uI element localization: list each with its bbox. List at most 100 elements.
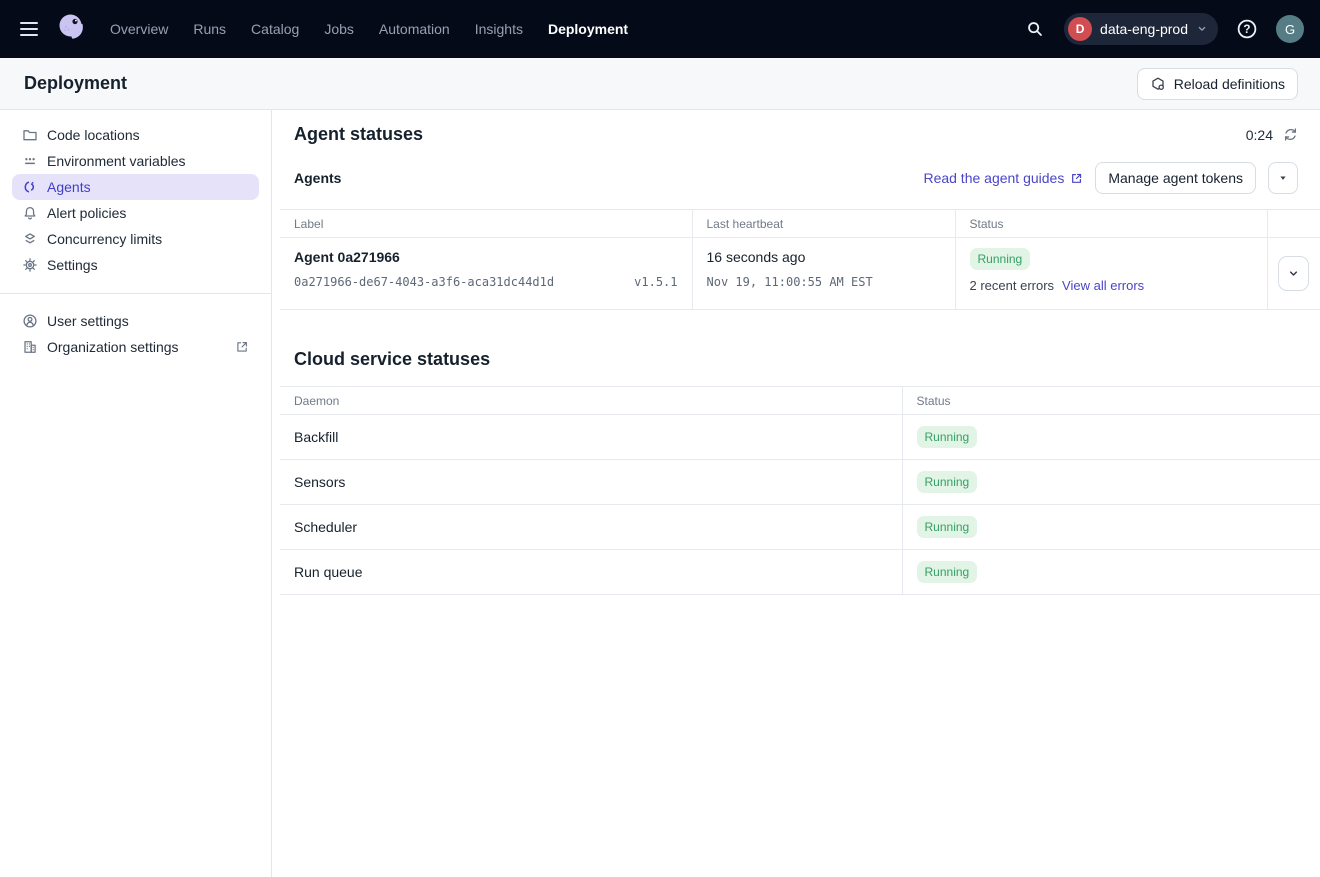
hamburger-menu-icon (20, 22, 38, 24)
agents-subsection-label: Agents (294, 170, 341, 186)
agent-status-badge: Running (970, 248, 1031, 270)
agent-name: Agent 0a271966 (294, 248, 678, 266)
nav-item-deployment[interactable]: Deployment (548, 21, 628, 37)
caret-down-icon (1278, 173, 1288, 183)
sidebar-item-concurrency-limits[interactable]: Concurrency limits (12, 226, 259, 252)
daemon-name: Sensors (294, 474, 345, 490)
column-header-daemon: Daemon (280, 387, 902, 415)
sidebar-item-label: Code locations (47, 127, 140, 143)
nav-item-overview[interactable]: Overview (110, 21, 168, 37)
navbar-right-cluster: D data-eng-prod ? G (1019, 13, 1304, 45)
organization-icon (22, 339, 38, 355)
nav-item-insights[interactable]: Insights (475, 21, 523, 37)
layers-icon (22, 231, 38, 247)
agent-id: 0a271966-de67-4043-a3f6-aca31dc44d1d (294, 275, 554, 289)
agent-icon (22, 179, 38, 195)
hamburger-menu-button[interactable] (12, 12, 46, 46)
daemon-name: Scheduler (294, 519, 357, 535)
daemon-status-badge: Running (917, 426, 978, 448)
daemon-row-scheduler: Scheduler Running (280, 505, 1320, 550)
agent-row: Agent 0a271966 0a271966-de67-4043-a3f6-a… (280, 238, 1320, 310)
reload-definitions-label: Reload definitions (1174, 76, 1285, 92)
heartbeat-relative-time: 16 seconds ago (707, 248, 941, 266)
octopus-logo-icon (54, 11, 90, 47)
sidebar-item-alert-policies[interactable]: Alert policies (12, 200, 259, 226)
daemon-status-badge: Running (917, 561, 978, 583)
daemon-row-sensors: Sensors Running (280, 460, 1320, 505)
deployment-name: data-eng-prod (1100, 21, 1188, 37)
agent-statuses-title: Agent statuses (294, 124, 423, 145)
variables-icon (22, 153, 38, 169)
agents-table-header-row: Label Last heartbeat Status (280, 210, 1320, 238)
sidebar-item-label: Settings (47, 257, 98, 273)
view-all-errors-link[interactable]: View all errors (1062, 278, 1144, 293)
sidebar-item-label: User settings (47, 313, 129, 329)
recent-errors-count: 2 recent errors (970, 278, 1055, 293)
chevron-down-icon (1196, 23, 1208, 35)
column-header-status: Status (955, 210, 1267, 238)
refresh-button[interactable] (1283, 127, 1298, 142)
deployment-initial-badge: D (1068, 17, 1092, 41)
sidebar-item-user-settings[interactable]: User settings (12, 308, 259, 334)
column-header-last-heartbeat: Last heartbeat (692, 210, 955, 238)
sidebar-item-label: Alert policies (47, 205, 126, 221)
agent-version: v1.5.1 (634, 275, 677, 289)
daemon-row-run-queue: Run queue Running (280, 550, 1320, 595)
agent-guides-link[interactable]: Read the agent guides (923, 170, 1083, 186)
refresh-countdown: 0:24 (1246, 127, 1273, 143)
column-header-expand (1267, 210, 1320, 238)
gear-icon (22, 257, 38, 273)
bell-icon (22, 205, 38, 221)
nav-item-runs[interactable]: Runs (193, 21, 226, 37)
sidebar-item-agents[interactable]: Agents (12, 174, 259, 200)
sidebar-item-organization-settings[interactable]: Organization settings (12, 334, 259, 360)
external-link-icon (1070, 172, 1083, 185)
agent-row-expand-button[interactable] (1278, 256, 1309, 291)
nav-item-catalog[interactable]: Catalog (251, 21, 299, 37)
chevron-down-icon (1287, 267, 1300, 280)
primary-nav-links: Overview Runs Catalog Jobs Automation In… (110, 21, 628, 37)
avatar-initial: G (1285, 22, 1295, 37)
manage-agent-tokens-button[interactable]: Manage agent tokens (1095, 162, 1256, 194)
heartbeat-timestamp: Nov 19, 11:00:55 AM EST (707, 275, 941, 289)
sidebar-item-label: Concurrency limits (47, 231, 162, 247)
daemon-name: Backfill (294, 429, 338, 445)
sidebar-item-label: Environment variables (47, 153, 186, 169)
sidebar-item-label: Agents (47, 179, 91, 195)
agents-table: Label Last heartbeat Status Agent 0a2719… (280, 209, 1320, 310)
search-icon (1026, 20, 1044, 38)
daemon-status-badge: Running (917, 471, 978, 493)
column-header-label: Label (280, 210, 692, 238)
page-header: Deployment Reload definitions (0, 58, 1320, 110)
code-location-icon (1150, 76, 1166, 92)
top-navbar: Overview Runs Catalog Jobs Automation In… (0, 0, 1320, 58)
sidebar-divider (0, 293, 271, 294)
deployment-sidebar: Code locations Environment variables Age… (0, 110, 272, 877)
svg-text:?: ? (1243, 23, 1250, 36)
user-avatar[interactable]: G (1276, 15, 1304, 43)
sidebar-item-environment-variables[interactable]: Environment variables (12, 148, 259, 174)
sidebar-item-label: Organization settings (47, 339, 179, 355)
deployment-main: Agent statuses 0:24 Agents Read the agen… (272, 110, 1320, 877)
sidebar-item-code-locations[interactable]: Code locations (12, 122, 259, 148)
cloud-service-statuses-title: Cloud service statuses (272, 310, 1320, 370)
daemon-status-badge: Running (917, 516, 978, 538)
nav-item-jobs[interactable]: Jobs (324, 21, 354, 37)
reload-definitions-button[interactable]: Reload definitions (1137, 68, 1298, 100)
folder-icon (22, 127, 38, 143)
search-button[interactable] (1019, 13, 1051, 45)
daemon-name: Run queue (294, 564, 363, 580)
refresh-icon (1283, 127, 1298, 142)
daemon-row-backfill: Backfill Running (280, 415, 1320, 460)
daemon-table-header-row: Daemon Status (280, 387, 1320, 415)
deployment-switcher[interactable]: D data-eng-prod (1064, 13, 1218, 45)
external-link-icon (235, 340, 249, 354)
agents-more-actions-button[interactable] (1268, 162, 1298, 194)
help-button[interactable]: ? (1231, 13, 1263, 45)
dagster-logo[interactable] (52, 9, 92, 49)
user-icon (22, 313, 38, 329)
column-header-status: Status (902, 387, 1320, 415)
help-icon: ? (1236, 18, 1258, 40)
sidebar-item-settings[interactable]: Settings (12, 252, 259, 278)
nav-item-automation[interactable]: Automation (379, 21, 450, 37)
